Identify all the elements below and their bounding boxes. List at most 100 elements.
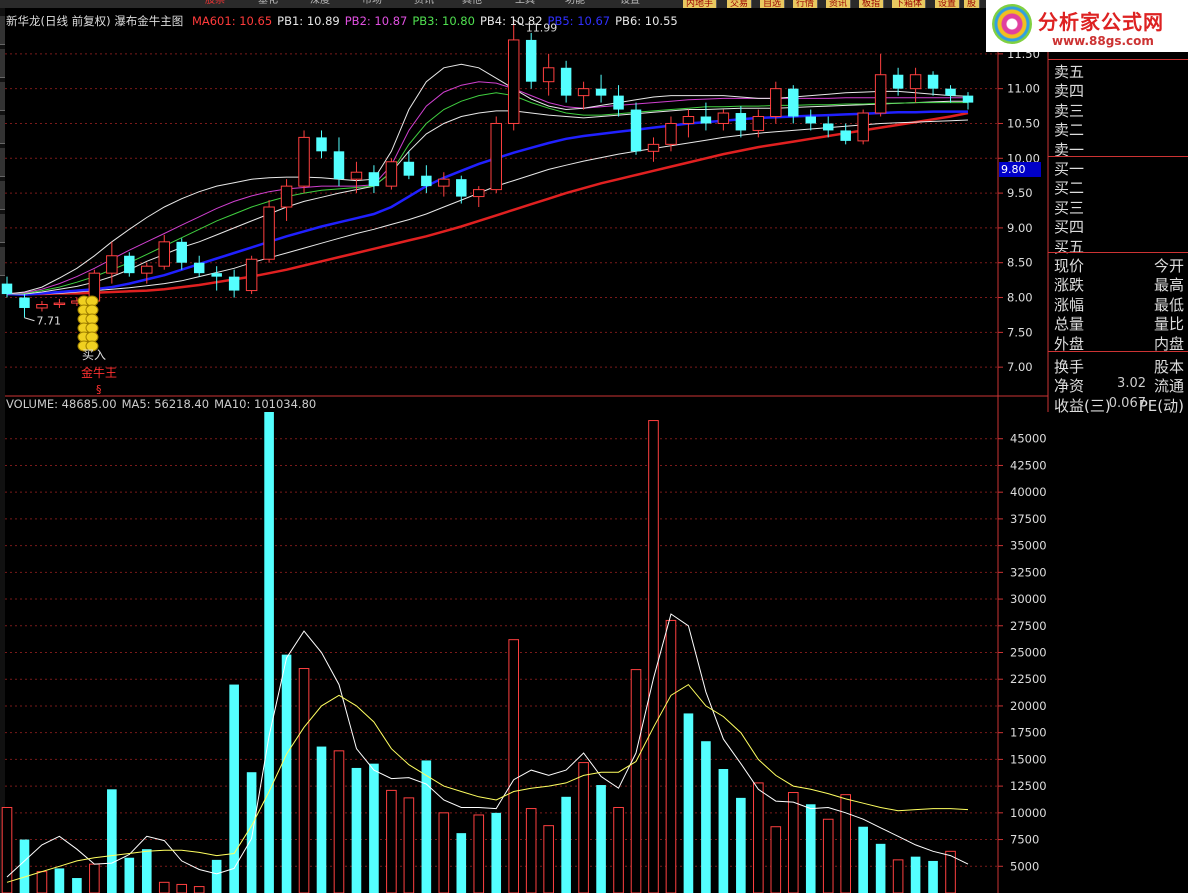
legend-item-5: PB5: 10.67 [547,14,611,28]
volume-bar-42 [736,797,746,893]
stat-right-label-0: 今开 [1153,257,1184,275]
volume-bar-12 [211,859,222,893]
volume-tick-label-15: 42500 [1010,458,1047,472]
candle-body-13 [228,276,240,291]
stat-right-label-2: 最低 [1153,295,1184,314]
candle-body-48 [840,130,851,141]
price-tick-label-8: 11.00 [1007,82,1040,96]
candle-body-22 [385,161,398,187]
flower-logo-icon [992,4,1032,44]
volume-tick-label-14: 40000 [1010,485,1047,499]
volume-legend-item-0: VOLUME: 48685.00 [6,397,117,411]
volume-bar-52 [910,856,921,893]
volume-tick-label-12: 35000 [1010,539,1047,553]
volume-bar-11 [193,886,205,893]
volume-bar-2 [36,871,48,893]
logo-title: 分析家公式网 [1038,10,1164,34]
volume-bar-0 [1,806,13,893]
volume-bar-51 [892,859,904,893]
candle-body-20 [350,171,363,180]
volume-bar-21 [369,763,379,893]
candle-body-47 [822,123,834,131]
candle-body-49 [857,112,869,142]
stat-label-7: 收益(三) [1054,396,1111,415]
candle-body-8 [141,265,153,274]
volume-legend: VOLUME: 48685.00 MA5: 56218.40 MA10: 10103… [6,397,321,411]
candle-body-24 [421,175,432,187]
volume-bar-22 [386,789,397,893]
candle-body-16 [280,185,293,208]
candle-body-31 [542,67,555,83]
ask-level-0: 卖五 [1054,63,1085,81]
volume-bar-47 [822,818,834,893]
volume-bar-24 [421,760,432,893]
volume-bar-33 [578,762,589,893]
candle-body-14 [245,258,258,292]
ask-level-1: 卖四 [1054,82,1085,101]
volume-bar-20 [351,767,362,893]
volume-tick-label-10: 30000 [1010,592,1047,606]
volume-bar-35 [613,806,624,893]
candle-body-51 [892,74,904,89]
volume-tick-label-0: 5000 [1010,859,1039,873]
candle-body-41 [717,112,730,124]
candle-body-43 [752,116,765,131]
volume-tick-label-5: 17500 [1010,726,1047,740]
candle-body-40 [700,116,712,124]
legend-item-0: MA601: 10.65 [191,14,273,28]
volume-bar-9 [158,881,170,893]
price-tick-label-2: 8.00 [1007,291,1033,305]
candle-body-19 [333,151,345,180]
ma-line-PB2 [6,81,968,295]
volume-tick-label-8: 25000 [1010,646,1047,660]
stat-label-1: 涨跌 [1054,276,1085,295]
stat-right-label-6: 流通 [1153,377,1184,396]
price-tick-label-1: 7.50 [1007,325,1033,339]
signal-marker: § [96,383,102,396]
candle-body-27 [473,189,485,198]
candle-body-26 [456,179,467,197]
legend-item-4: PB4: 10.82 [479,14,543,28]
volume-bar-48 [840,794,851,893]
volume-bar-34 [596,785,606,893]
logo: 分析家公式网 www.88gs.com [986,0,1188,52]
stat-label-0: 现价 [1054,257,1085,275]
volume-tick-label-9: 27500 [1010,619,1047,633]
volume-bar-38 [665,619,677,893]
volume-bar-18 [316,746,327,893]
candle-body-2 [36,303,48,309]
candle-body-38 [665,122,677,145]
volume-bar-1 [19,839,30,893]
candle-body-55 [962,95,974,103]
candle-body-25 [438,178,450,187]
volume-bar-45 [787,792,799,893]
volume-bar-43 [753,782,764,893]
volume-tick-label-2: 10000 [1010,806,1047,820]
candle-body-35 [613,95,624,110]
bid-level-1: 买二 [1054,179,1085,198]
stat-right-label-1: 最高 [1153,276,1184,295]
volume-tick-label-6: 20000 [1010,699,1047,713]
volume-bar-27 [473,814,485,893]
stat-label-3: 总量 [1054,315,1085,334]
panel-stats-divider [1048,351,1188,352]
candle-body-42 [735,113,747,131]
candle-body-3 [53,302,66,305]
panel-ask-bid-divider [1048,156,1188,157]
candle-body-33 [577,88,590,97]
legend-item-3: PB3: 10.80 [412,14,475,28]
volume-bar-14 [246,772,257,893]
panel-top-line [1048,59,1188,60]
main-legend: 新华龙(日线 前复权) 瀑布金牛主图 MA601: 10.65 PB1: 10.8… [6,13,683,29]
volume-tick-label-7: 22500 [1010,672,1047,686]
ask-level-2: 卖三 [1054,101,1085,120]
volume-bar-16 [281,654,292,893]
volume-bar-17 [298,668,310,893]
volume-tick-label-13: 37500 [1010,512,1047,526]
candle-body-30 [525,39,537,82]
legend-item-2: PB2: 10.87 [344,14,408,28]
volume-bar-29 [508,639,520,893]
volume-bar-39 [683,713,694,893]
candle-body-12 [211,273,222,277]
ask-level-3: 卖二 [1054,121,1085,140]
